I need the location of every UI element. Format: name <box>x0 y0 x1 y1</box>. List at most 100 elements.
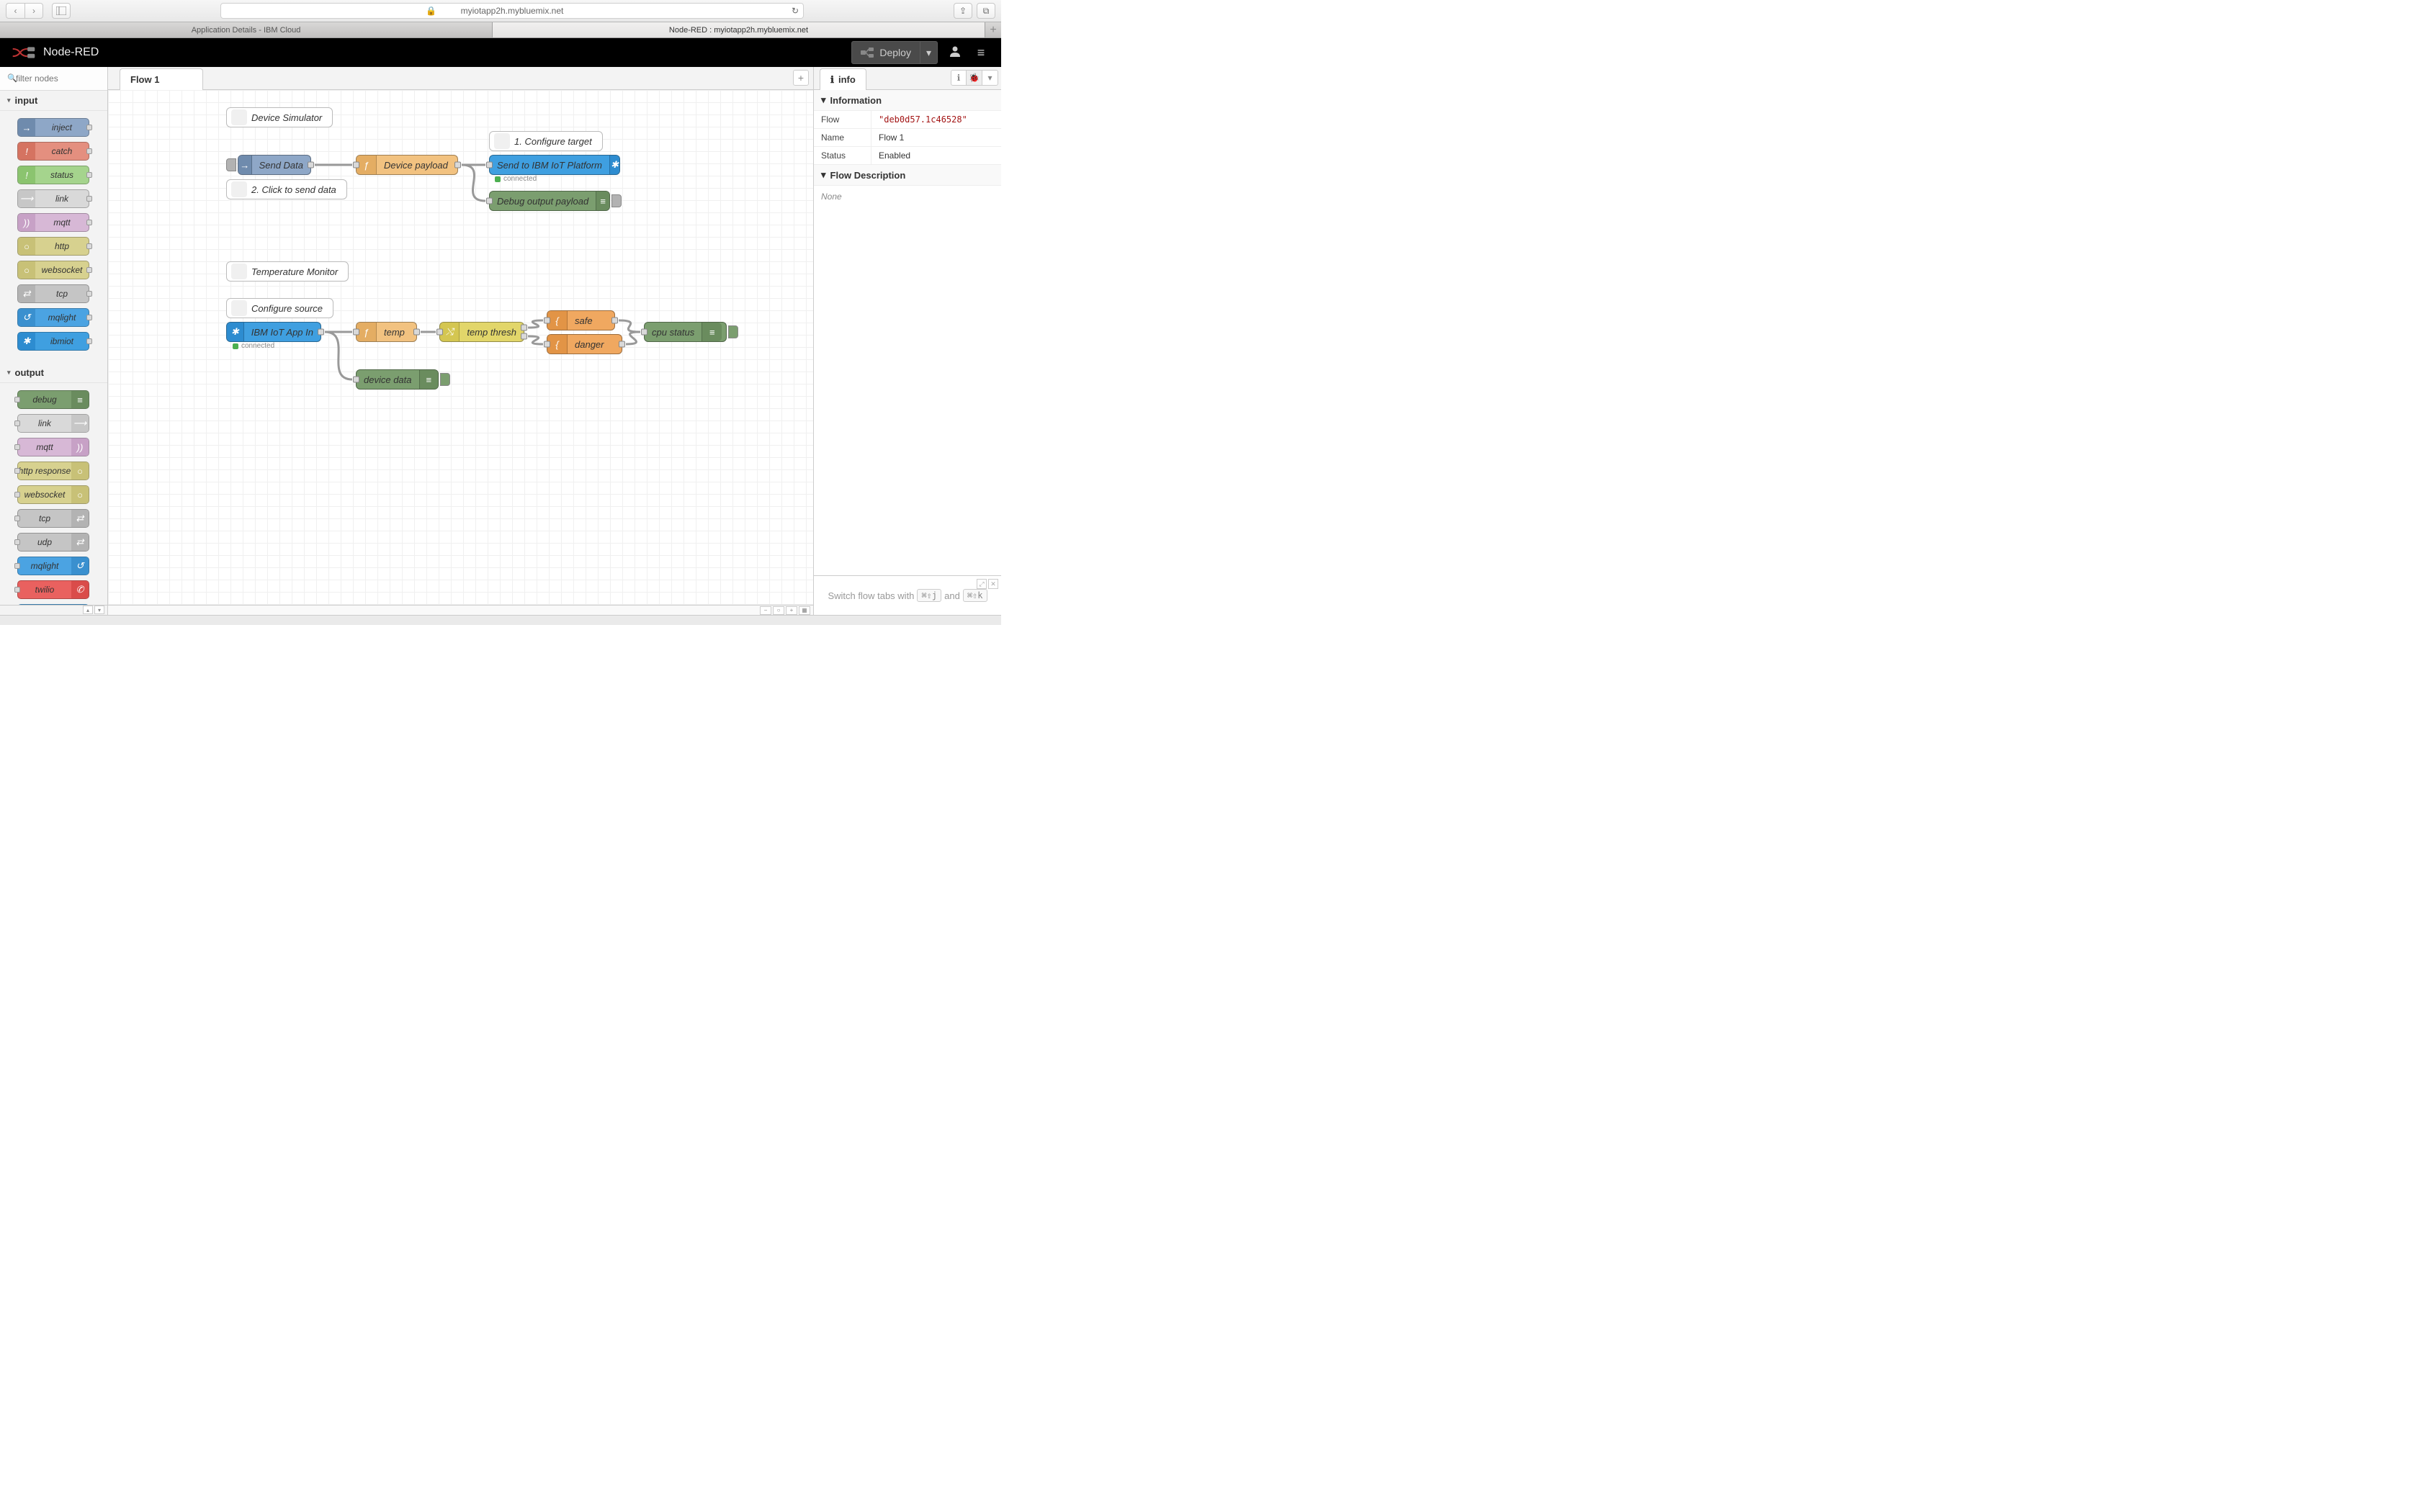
url-bar[interactable]: 🔒 myiotapp2h.mybluemix.net ↻ <box>220 3 804 19</box>
debug-toggle-button[interactable] <box>728 325 738 338</box>
node-port[interactable] <box>86 243 92 249</box>
palette-node-status[interactable]: !status <box>17 166 89 184</box>
node-input-port[interactable] <box>544 318 550 324</box>
sidebar-menu-button[interactable]: ▾ <box>982 70 998 86</box>
palette-scroll[interactable]: ▾input→inject!catch!status⟶link))mqtt○ht… <box>0 91 107 606</box>
deploy-button[interactable]: Deploy ▾ <box>851 41 938 64</box>
filter-nodes-input[interactable] <box>4 71 103 86</box>
node-input-port[interactable] <box>641 329 647 336</box>
palette-collapse-button[interactable]: ▴ <box>83 606 93 614</box>
comment-node[interactable]: Temperature Monitor <box>226 261 349 282</box>
new-tab-button[interactable]: + <box>985 22 1001 37</box>
browser-tab-node-red[interactable]: Node-RED : myiotapp2h.mybluemix.net <box>493 22 985 37</box>
comment-node[interactable]: Configure source <box>226 298 333 318</box>
palette-node-ibmiot[interactable]: ✱ibmiot <box>17 332 89 351</box>
wire[interactable] <box>462 165 485 201</box>
node-port[interactable] <box>14 492 20 498</box>
flow-tab[interactable]: Flow 1 <box>120 68 203 90</box>
browser-tab-ibm-cloud[interactable]: Application Details - IBM Cloud <box>0 22 493 37</box>
debug-toggle-button[interactable] <box>611 194 622 207</box>
wire[interactable] <box>528 320 543 328</box>
deploy-caret[interactable]: ▾ <box>920 42 937 63</box>
flow-node-temp[interactable]: ƒtemp <box>356 322 417 342</box>
node-port[interactable] <box>14 444 20 450</box>
wire[interactable] <box>626 332 640 344</box>
node-port[interactable] <box>14 468 20 474</box>
palette-node-inject[interactable]: →inject <box>17 118 89 137</box>
flow-node-debug-output-payload[interactable]: Debug output payload≡ <box>489 191 610 211</box>
node-output-port[interactable] <box>318 329 324 336</box>
menu-icon[interactable]: ≡ <box>972 45 990 60</box>
node-output-port[interactable] <box>413 329 420 336</box>
palette-node-websocket[interactable]: websocket○ <box>17 485 89 504</box>
reload-icon[interactable]: ↻ <box>792 6 799 16</box>
back-button[interactable]: ‹ <box>6 3 24 19</box>
node-port[interactable] <box>86 338 92 344</box>
node-port[interactable] <box>86 196 92 202</box>
node-port[interactable] <box>14 563 20 569</box>
node-output-port[interactable] <box>619 341 625 348</box>
node-port[interactable] <box>86 315 92 320</box>
node-port[interactable] <box>86 291 92 297</box>
palette-node-http-response[interactable]: http response○ <box>17 462 89 480</box>
node-input-port[interactable] <box>353 162 359 168</box>
flow-node-ibm-iot-app-in[interactable]: ✱IBM IoT App In <box>226 322 321 342</box>
comment-node[interactable]: 1. Configure target <box>489 131 603 151</box>
wire[interactable] <box>619 320 640 332</box>
node-port[interactable] <box>14 397 20 402</box>
sidebar-tab-info[interactable]: ℹinfo <box>820 68 866 90</box>
zoom-reset-button[interactable]: ○ <box>773 606 784 615</box>
flow-node-temp-thresh[interactable]: ⤭temp thresh <box>439 322 524 342</box>
palette-node-tcp[interactable]: ⇄tcp <box>17 284 89 303</box>
node-output-port[interactable] <box>308 162 314 168</box>
node-port[interactable] <box>14 539 20 545</box>
zoom-in-button[interactable]: + <box>786 606 797 615</box>
node-input-port[interactable] <box>436 329 443 336</box>
node-input-port[interactable] <box>353 377 359 383</box>
tips-expand-button[interactable]: ⤢ <box>977 579 987 589</box>
palette-node-link[interactable]: link⟶ <box>17 414 89 433</box>
comment-node[interactable]: Device Simulator <box>226 107 333 127</box>
palette-node-tcp[interactable]: tcp⇄ <box>17 509 89 528</box>
palette-node-websocket[interactable]: ○websocket <box>17 261 89 279</box>
tips-close-button[interactable]: ✕ <box>988 579 998 589</box>
palette-node-mqtt[interactable]: mqtt)) <box>17 438 89 456</box>
node-port[interactable] <box>86 148 92 154</box>
node-input-port[interactable] <box>486 162 493 168</box>
palette-node-twilio[interactable]: twilio✆ <box>17 580 89 599</box>
node-input-port[interactable] <box>486 198 493 204</box>
wire[interactable] <box>528 336 543 344</box>
sidebar-debug-button[interactable]: 🐞 <box>967 70 982 86</box>
flow-node-danger[interactable]: {danger <box>547 334 622 354</box>
node-input-port[interactable] <box>353 329 359 336</box>
flow-node-cpu-status[interactable]: cpu status≡ <box>644 322 727 342</box>
add-flow-button[interactable]: + <box>793 70 809 86</box>
node-output-port[interactable] <box>521 333 527 340</box>
palette-node-http[interactable]: ○http <box>17 237 89 256</box>
palette-node-link[interactable]: ⟶link <box>17 189 89 208</box>
palette-node-mqlight[interactable]: ↺mqlight <box>17 308 89 327</box>
node-port[interactable] <box>14 420 20 426</box>
user-icon[interactable] <box>946 45 964 61</box>
flow-node-send-data[interactable]: →Send Data <box>238 155 311 175</box>
section-flow-description[interactable]: ▾Flow Description <box>814 165 1001 186</box>
node-port[interactable] <box>14 516 20 521</box>
share-button[interactable]: ⇪ <box>954 3 972 19</box>
node-port[interactable] <box>86 172 92 178</box>
palette-category-output[interactable]: ▾output <box>0 363 107 383</box>
node-port[interactable] <box>86 267 92 273</box>
comment-node[interactable]: 2. Click to send data <box>226 179 347 199</box>
debug-toggle-button[interactable] <box>440 373 450 386</box>
flow-node-send-to-ibm-iot-platform[interactable]: Send to IBM IoT Platform✱ <box>489 155 620 175</box>
node-port[interactable] <box>14 587 20 593</box>
tabs-button[interactable]: ⧉ <box>977 3 995 19</box>
flow-node-safe[interactable]: {safe <box>547 310 615 330</box>
palette-node-debug[interactable]: debug≡ <box>17 390 89 409</box>
node-output-port[interactable] <box>454 162 461 168</box>
sidebar-info-button[interactable]: ℹ <box>951 70 967 86</box>
view-map-button[interactable]: ▦ <box>799 606 810 615</box>
node-output-port[interactable] <box>521 325 527 331</box>
sidebar-toggle-button[interactable] <box>52 3 71 19</box>
node-port[interactable] <box>86 220 92 225</box>
palette-category-input[interactable]: ▾input <box>0 91 107 111</box>
